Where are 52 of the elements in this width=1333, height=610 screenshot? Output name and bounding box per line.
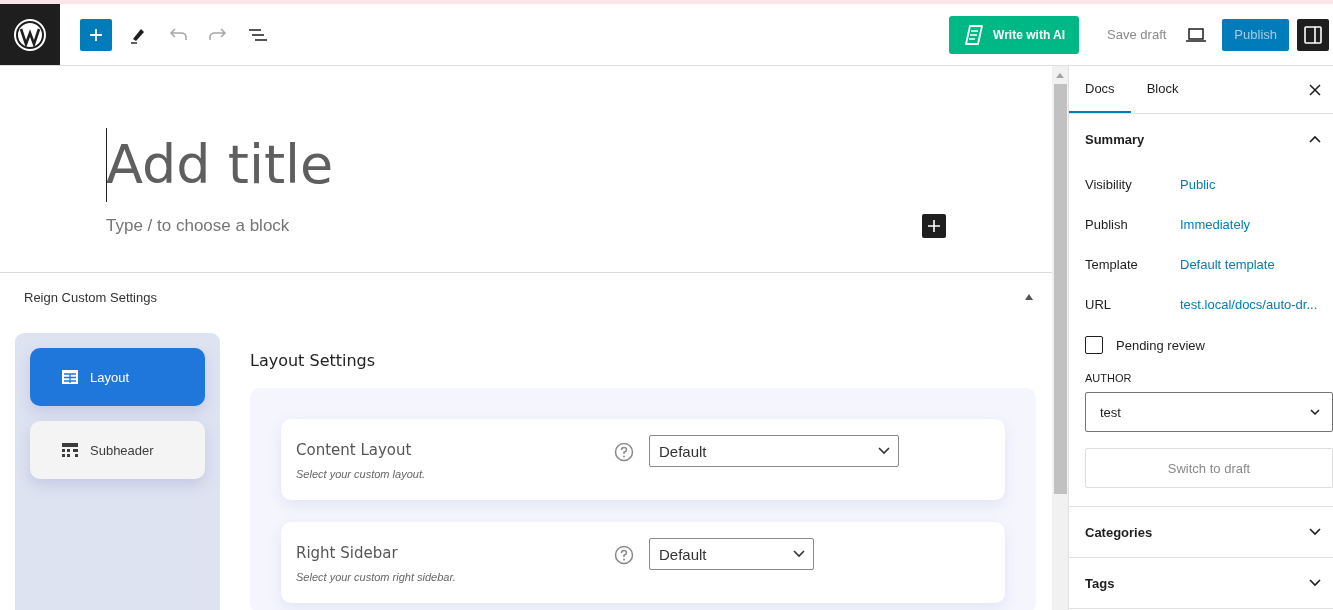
- title-field[interactable]: Add title: [106, 132, 506, 196]
- sidebar-toggle-button[interactable]: [1297, 18, 1329, 51]
- help-icon[interactable]: [614, 442, 634, 462]
- plus-icon: [928, 220, 940, 232]
- add-block-button[interactable]: [922, 214, 946, 238]
- field-value-link[interactable]: Immediately: [1180, 216, 1251, 232]
- publish-button[interactable]: Publish: [1222, 18, 1289, 51]
- sidebar-icon: [1304, 25, 1322, 44]
- field-label: Visibility: [1085, 176, 1133, 192]
- save-draft-button[interactable]: Save draft: [1107, 27, 1167, 42]
- block-placeholder[interactable]: Type / to choose a block: [106, 216, 290, 236]
- scrollbar[interactable]: [1052, 66, 1068, 610]
- chevron-icon: [1309, 135, 1321, 143]
- panel-header[interactable]: Categories: [1069, 507, 1333, 557]
- field-label: Template: [1085, 256, 1139, 272]
- chevron-down-icon: [1310, 409, 1320, 415]
- chevron-down-icon: [878, 447, 890, 455]
- chevron-down-icon: [793, 550, 805, 558]
- field-label: Publish: [1085, 216, 1129, 232]
- wordpress-logo[interactable]: [0, 4, 60, 65]
- chevron-icon: [1309, 579, 1321, 587]
- setting-hint: Select your custom layout.: [296, 468, 426, 480]
- meta-box-title: Reign Custom Settings: [24, 289, 157, 305]
- field-value-link[interactable]: Public: [1180, 176, 1216, 192]
- help-icon[interactable]: [614, 545, 634, 565]
- write-with-ai-button[interactable]: Write with AI: [949, 15, 1080, 54]
- setting-hint: Select your custom right sidebar.: [296, 571, 457, 583]
- setting-label: Content Layout: [296, 441, 413, 459]
- section-title: Layout Settings: [250, 351, 377, 370]
- field-value-link[interactable]: Default template: [1180, 256, 1275, 272]
- settings-tab[interactable]: Layout: [30, 348, 205, 406]
- author-label: AUTHOR: [1085, 372, 1133, 384]
- panel-header[interactable]: Tags: [1069, 558, 1333, 608]
- field-value-link[interactable]: test.local/docs/auto-dr...: [1180, 296, 1318, 312]
- table-icon: [62, 370, 78, 384]
- chevron-icon: [1309, 528, 1321, 536]
- author-dropdown[interactable]: test: [1085, 392, 1333, 432]
- dropdown[interactable]: Default: [649, 538, 814, 570]
- field-label: URL: [1085, 296, 1112, 312]
- sidebar-tab[interactable]: Docs: [1069, 66, 1131, 113]
- summary-panel-header[interactable]: Summary: [1069, 114, 1333, 164]
- document-icon: [963, 23, 986, 46]
- checkbox-label: Pending review: [1116, 337, 1205, 353]
- setting-label: Right Sidebar: [296, 544, 399, 562]
- grid-icon: [62, 443, 78, 457]
- settings-tab[interactable]: Subheader: [30, 421, 205, 479]
- checkbox[interactable]: [1085, 336, 1103, 354]
- sidebar-tab[interactable]: Block: [1130, 66, 1195, 113]
- switch-to-draft-button[interactable]: Switch to draft: [1085, 448, 1333, 488]
- plus-icon: [89, 27, 103, 42]
- collapse-icon[interactable]: [1024, 293, 1034, 301]
- dropdown[interactable]: Default: [649, 435, 899, 467]
